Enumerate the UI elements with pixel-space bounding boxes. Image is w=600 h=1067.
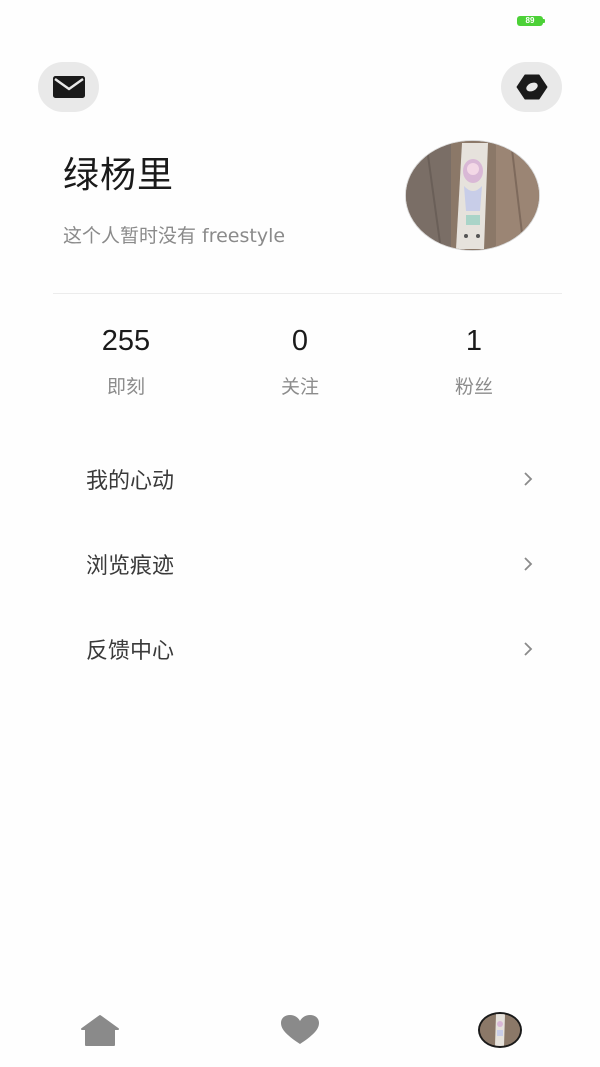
- nav-profile[interactable]: [475, 1007, 525, 1053]
- menu-item-label: 反馈中心: [86, 639, 175, 664]
- settings-button[interactable]: [501, 62, 562, 112]
- skateboard-photo: [406, 141, 539, 250]
- menu-item-favorites[interactable]: 我的心动: [86, 459, 536, 499]
- battery-indicator: 89: [517, 16, 543, 26]
- stat-label: 关注: [280, 376, 319, 398]
- battery-tip: [543, 19, 545, 23]
- mail-button[interactable]: [38, 62, 99, 112]
- nav-home[interactable]: [75, 1007, 125, 1053]
- home-icon: [81, 1015, 119, 1046]
- profile-avatar-icon: [478, 1012, 522, 1048]
- nav-favorites[interactable]: [275, 1007, 325, 1053]
- avatar[interactable]: [405, 140, 540, 251]
- chevron-right-icon: [520, 554, 536, 574]
- menu-item-label: 浏览痕迹: [86, 554, 175, 579]
- username: 绿杨里: [63, 155, 175, 196]
- stat-label: 粉丝: [454, 376, 493, 398]
- menu-item-label: 我的心动: [86, 469, 175, 494]
- profile-page: 89 绿杨里 这个人暂时没有 freestyle 255 即刻 0 关注 1 粉…: [0, 0, 600, 1067]
- hexagon-settings-icon: [516, 74, 547, 100]
- stat-moments[interactable]: 255 即刻: [56, 322, 196, 399]
- stat-value: 255: [101, 325, 151, 357]
- bio-text: 这个人暂时没有 freestyle: [63, 225, 286, 247]
- stat-value: 1: [465, 325, 483, 357]
- chevron-right-icon: [520, 469, 536, 489]
- stat-following[interactable]: 0 关注: [230, 322, 370, 399]
- stat-fans[interactable]: 1 粉丝: [404, 322, 544, 399]
- menu-item-feedback[interactable]: 反馈中心: [86, 629, 536, 669]
- stat-value: 0: [291, 325, 309, 357]
- heart-icon: [281, 1015, 319, 1044]
- divider: [53, 293, 562, 294]
- envelope-icon: [52, 76, 85, 98]
- menu-item-history[interactable]: 浏览痕迹: [86, 544, 536, 584]
- stat-label: 即刻: [106, 376, 145, 398]
- chevron-right-icon: [520, 639, 536, 659]
